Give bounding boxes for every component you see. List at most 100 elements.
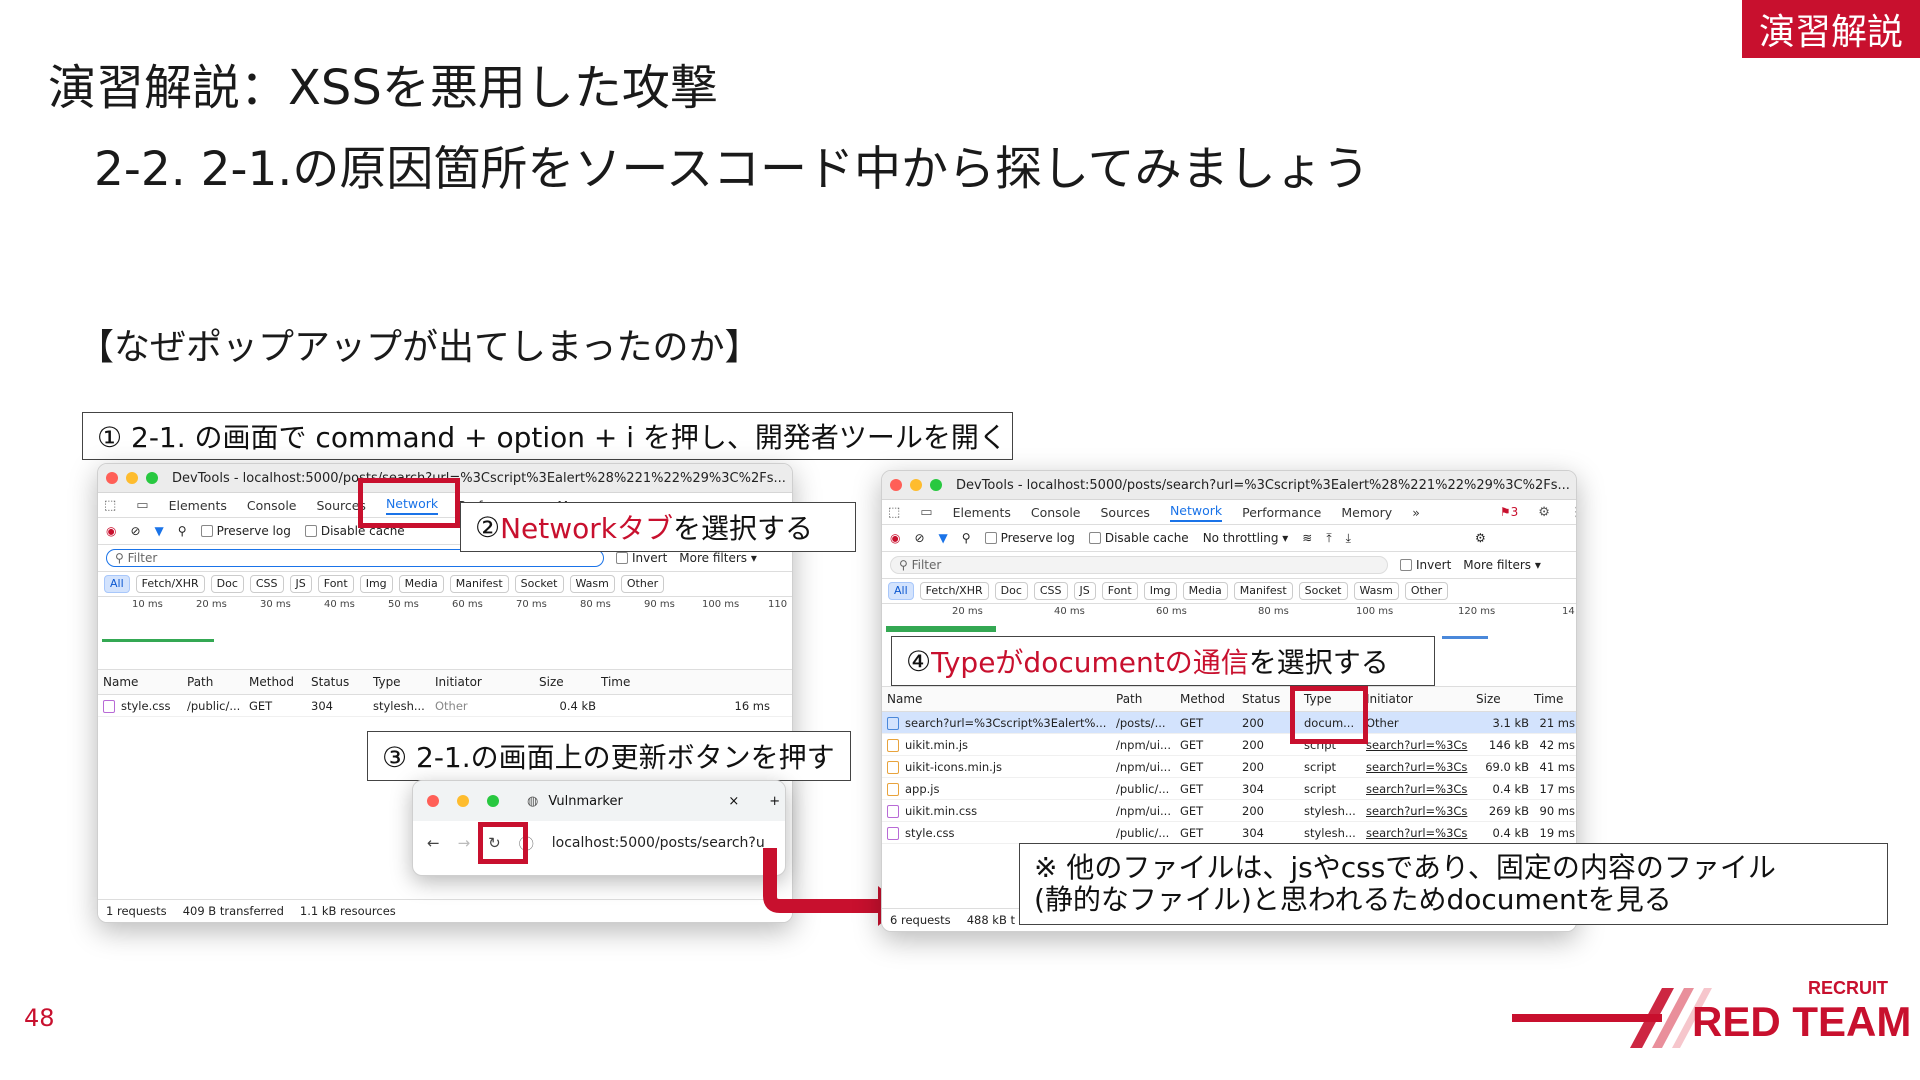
col-type[interactable]: Type (368, 675, 430, 689)
minimize-dot-icon[interactable] (126, 472, 138, 484)
search-icon[interactable]: ⚲ (962, 531, 971, 545)
clear-icon[interactable]: ⊘ (130, 524, 140, 538)
export-har-icon[interactable]: ⤓ (1346, 531, 1351, 546)
close-dot-icon[interactable] (427, 795, 439, 807)
type-chip-fetch[interactable]: Fetch/XHR (135, 575, 205, 593)
type-chip-all[interactable]: All (888, 582, 914, 600)
col-method[interactable]: Method (244, 675, 306, 689)
disable-cache-checkbox[interactable]: Disable cache (1088, 531, 1189, 545)
col-initiator[interactable]: Initiator (430, 675, 534, 689)
col-status[interactable]: Status (306, 675, 368, 689)
type-chip-socket[interactable]: Socket (1298, 582, 1348, 600)
type-chip-css[interactable]: CSS (1033, 582, 1068, 600)
back-icon[interactable]: ← (427, 834, 440, 852)
maximize-dot-icon[interactable] (146, 472, 158, 484)
col-name[interactable]: Name (98, 675, 182, 689)
type-chip-socket[interactable]: Socket (514, 575, 564, 593)
device-toggle-icon[interactable]: ▭ (136, 498, 148, 513)
more-filters-button[interactable]: More filters ▾ (679, 551, 757, 565)
filter-icon[interactable]: ▼ (155, 524, 164, 538)
table-row[interactable]: app.js /public/... GET 304 script search… (882, 778, 1576, 800)
row-initiator[interactable]: search?url=%3Cs (1361, 826, 1471, 840)
row-initiator[interactable]: search?url=%3Cs (1361, 804, 1471, 818)
maximize-dot-icon[interactable] (487, 795, 499, 807)
tab-elements[interactable]: Elements (169, 498, 227, 513)
new-tab-icon[interactable]: + (769, 794, 780, 809)
col-initiator[interactable]: Initiator (1361, 692, 1471, 706)
import-har-icon[interactable]: ⤒ (1326, 531, 1331, 546)
tab-performance[interactable]: Performance (1242, 505, 1321, 520)
close-dot-icon[interactable] (890, 479, 902, 491)
network-settings-gear-icon[interactable]: ⚙ (1475, 531, 1486, 545)
type-chip-media[interactable]: Media (1182, 582, 1228, 600)
device-toggle-icon[interactable]: ▭ (920, 505, 932, 520)
clear-icon[interactable]: ⊘ (914, 531, 924, 545)
table-row[interactable]: uikit-icons.min.js /npm/ui... GET 200 sc… (882, 756, 1576, 778)
type-chip-fetch[interactable]: Fetch/XHR (919, 582, 989, 600)
type-chip-manifest[interactable]: Manifest (449, 575, 509, 593)
minimize-dot-icon[interactable] (910, 479, 922, 491)
invert-checkbox[interactable]: Invert (1400, 558, 1451, 572)
type-chip-img[interactable]: Img (1143, 582, 1177, 600)
table-row[interactable]: style.css /public/... GET 304 stylesh...… (882, 822, 1576, 844)
preserve-log-checkbox[interactable]: Preserve log (200, 524, 291, 538)
type-chip-doc[interactable]: Doc (994, 582, 1028, 600)
close-dot-icon[interactable] (106, 472, 118, 484)
minimize-dot-icon[interactable] (457, 795, 469, 807)
address-bar[interactable]: localhost:5000/posts/search?u (552, 835, 765, 851)
col-time[interactable]: Time (596, 675, 776, 689)
invert-checkbox[interactable]: Invert (616, 551, 667, 565)
forward-icon[interactable]: → (458, 834, 471, 852)
tab-network[interactable]: Network (1169, 503, 1223, 522)
row-initiator[interactable]: search?url=%3Cs (1361, 782, 1471, 796)
issues-badge[interactable]: ⚑3 (1500, 505, 1518, 519)
type-chip-all[interactable]: All (104, 575, 130, 593)
kebab-menu-icon[interactable]: ⋮ (1570, 505, 1576, 520)
row-initiator[interactable]: search?url=%3Cs (1361, 760, 1471, 774)
type-chip-font[interactable]: Font (1101, 582, 1138, 600)
maximize-dot-icon[interactable] (930, 479, 942, 491)
col-method[interactable]: Method (1175, 692, 1237, 706)
type-chip-js[interactable]: JS (1073, 582, 1096, 600)
tab-elements[interactable]: Elements (953, 505, 1011, 520)
inspect-icon[interactable]: ⬚ (104, 498, 116, 513)
record-icon[interactable]: ◉ (106, 524, 116, 538)
tab-sources[interactable]: Sources (1100, 505, 1149, 520)
row-initiator[interactable]: search?url=%3Cs (1361, 738, 1471, 752)
browser-tab-title[interactable]: Vulnmarker (548, 794, 718, 809)
col-name[interactable]: Name (882, 692, 1111, 706)
tab-memory[interactable]: Memory (1341, 505, 1392, 520)
type-chip-font[interactable]: Font (317, 575, 354, 593)
type-chip-media[interactable]: Media (398, 575, 444, 593)
filter-icon[interactable]: ▼ (939, 531, 948, 545)
settings-gear-icon[interactable]: ⚙ (1538, 505, 1550, 520)
table-row[interactable]: search?url=%3Cscript%3Ealert%... /posts/… (882, 712, 1576, 734)
table-row[interactable]: uikit.min.css /npm/ui... GET 200 stylesh… (882, 800, 1576, 822)
type-chip-wasm[interactable]: Wasm (1353, 582, 1399, 600)
col-path[interactable]: Path (1111, 692, 1175, 706)
throttling-select[interactable]: No throttling ▾ (1203, 531, 1289, 545)
col-time[interactable]: Time (1529, 692, 1575, 706)
type-chip-css[interactable]: CSS (249, 575, 284, 593)
col-size[interactable]: Size (1471, 692, 1529, 706)
table-row[interactable]: uikit.min.js /npm/ui... GET 200 script s… (882, 734, 1576, 756)
close-tab-icon[interactable]: × (728, 794, 739, 809)
col-size[interactable]: Size (534, 675, 596, 689)
col-path[interactable]: Path (182, 675, 244, 689)
tab-console[interactable]: Console (247, 498, 297, 513)
search-icon[interactable]: ⚲ (178, 524, 187, 538)
preserve-log-checkbox[interactable]: Preserve log (984, 531, 1075, 545)
record-icon[interactable]: ◉ (890, 531, 900, 545)
type-chip-manifest[interactable]: Manifest (1233, 582, 1293, 600)
table-row[interactable]: style.css /public/... GET 304 stylesh...… (98, 695, 792, 717)
type-chip-other[interactable]: Other (1404, 582, 1449, 600)
type-chip-other[interactable]: Other (620, 575, 665, 593)
inspect-icon[interactable]: ⬚ (888, 505, 900, 520)
network-conditions-icon[interactable]: ≋ (1302, 531, 1312, 545)
more-filters-button[interactable]: More filters ▾ (1463, 558, 1541, 572)
type-chip-doc[interactable]: Doc (210, 575, 244, 593)
filter-input[interactable]: ⚲ Filter (890, 556, 1388, 574)
tab-more[interactable]: » (1412, 505, 1420, 520)
type-chip-wasm[interactable]: Wasm (569, 575, 615, 593)
tab-console[interactable]: Console (1031, 505, 1081, 520)
